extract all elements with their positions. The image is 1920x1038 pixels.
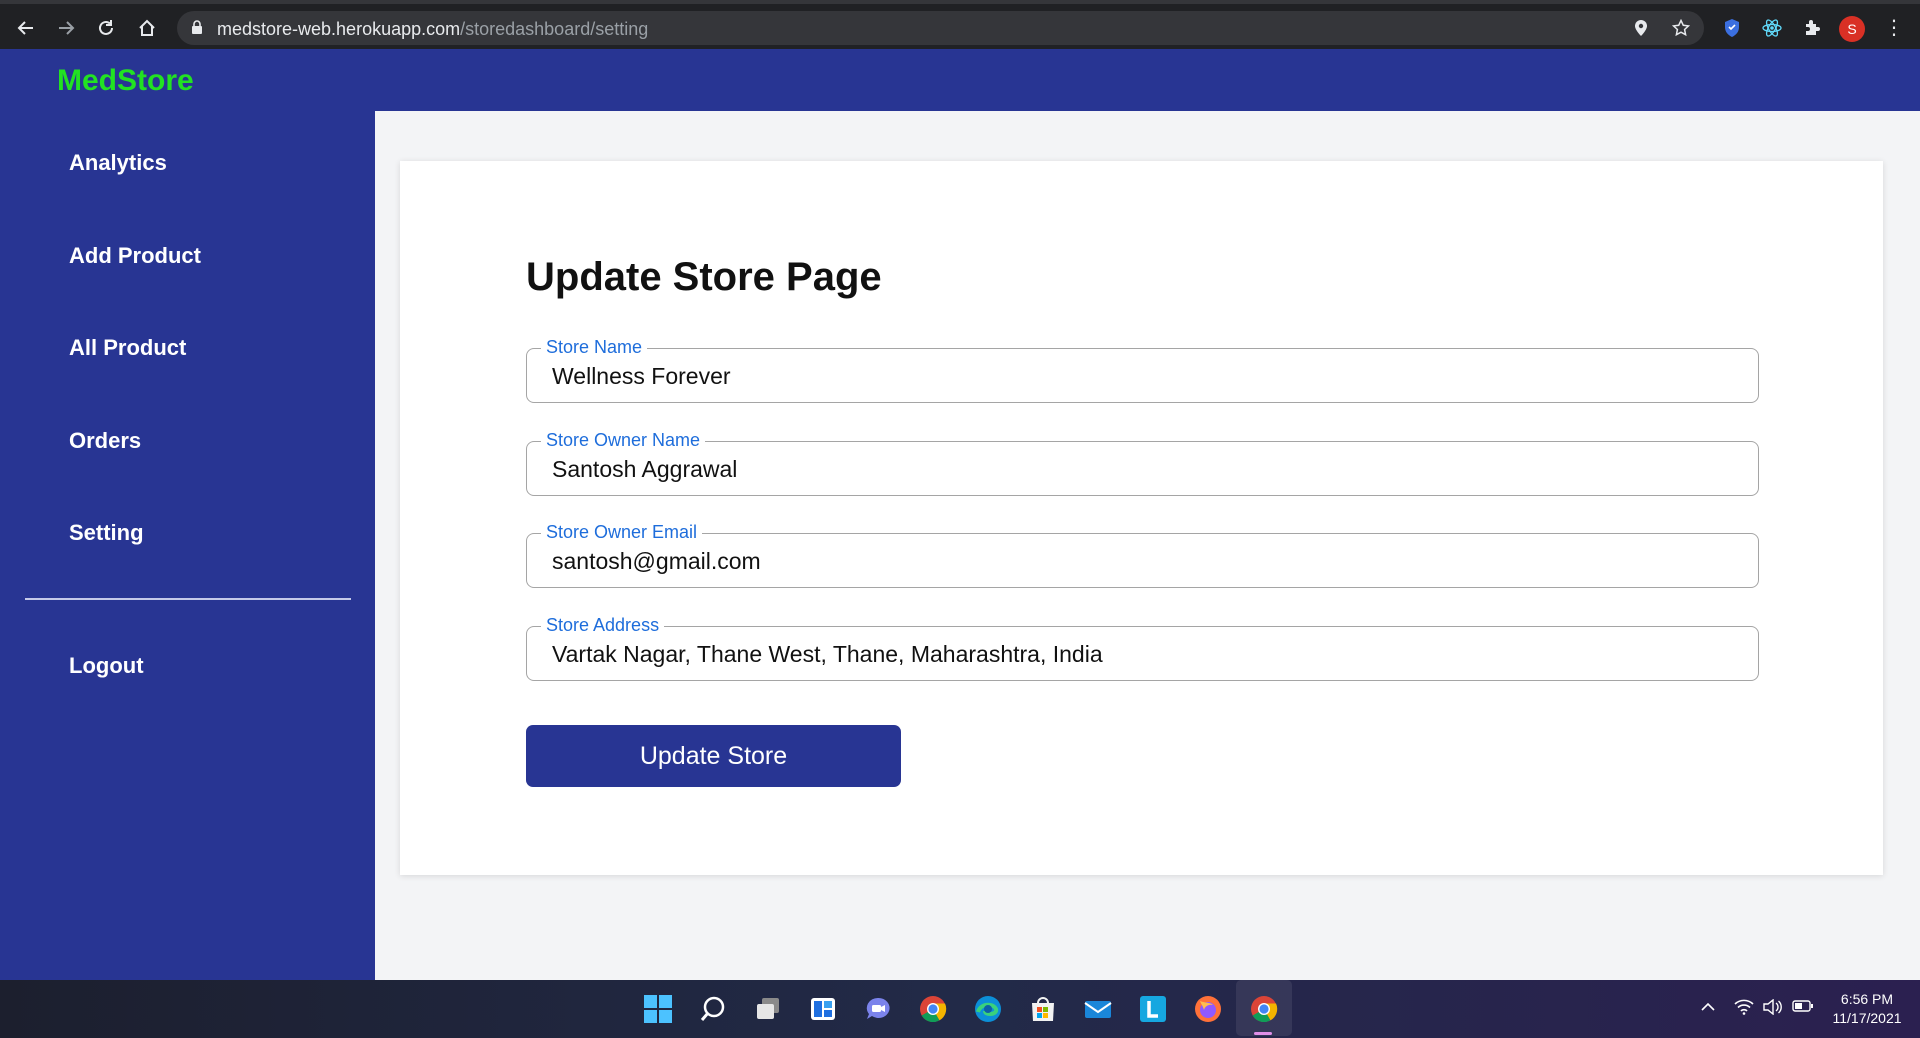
store-address-field[interactable]: Store Address Vartak Nagar, Thane West, … [526, 615, 1759, 681]
search-icon[interactable] [696, 992, 730, 1026]
active-app-indicator [1254, 1032, 1272, 1035]
task-view-icon[interactable] [751, 992, 785, 1026]
taskbar-clock[interactable]: 6:56 PM 11/17/2021 [1832, 990, 1902, 1028]
store-address-label: Store Address [541, 615, 665, 635]
reload-icon[interactable] [92, 14, 120, 42]
url-text[interactable]: medstore-web.herokuapp.com/storedashboar… [217, 19, 648, 40]
sidebar-item-setting[interactable]: Setting [69, 520, 144, 546]
react-devtools-icon[interactable] [1760, 16, 1784, 40]
battery-icon[interactable] [1792, 999, 1814, 1018]
widgets-icon[interactable] [806, 992, 840, 1026]
shield-extension-icon[interactable] [1720, 16, 1744, 40]
profile-avatar[interactable]: S [1839, 16, 1865, 42]
l-app-icon[interactable] [1136, 992, 1170, 1026]
wifi-icon[interactable] [1734, 999, 1754, 1020]
store-owner-name-value[interactable]: Santosh Aggrawal [552, 456, 737, 483]
edge-icon[interactable] [971, 992, 1005, 1026]
clock-time: 6:56 PM [1840, 991, 1894, 1007]
store-name-value[interactable]: Wellness Forever [552, 363, 731, 390]
start-icon[interactable] [641, 992, 675, 1026]
address-bar[interactable]: medstore-web.herokuapp.com/storedashboar… [177, 11, 1704, 45]
mail-icon[interactable] [1081, 992, 1115, 1026]
firefox-icon[interactable] [1191, 992, 1225, 1026]
page-title: Update Store Page [526, 255, 882, 299]
sidebar: Analytics Add Product All Product Orders… [0, 111, 375, 980]
sidebar-item-add-product[interactable]: Add Product [69, 243, 201, 269]
store-name-label: Store Name [541, 337, 648, 357]
bookmark-star-icon[interactable] [1671, 18, 1691, 38]
location-pin-icon[interactable] [1631, 18, 1651, 38]
store-owner-email-value[interactable]: santosh@gmail.com [552, 548, 761, 575]
brand-logo[interactable]: MedStore [57, 64, 194, 98]
volume-icon[interactable] [1762, 998, 1782, 1020]
lock-icon[interactable] [191, 20, 203, 39]
store-icon[interactable] [1026, 992, 1060, 1026]
store-owner-email-label: Store Owner Email [541, 522, 703, 542]
store-owner-name-field[interactable]: Store Owner Name Santosh Aggrawal [526, 430, 1759, 496]
sidebar-divider [25, 598, 351, 600]
home-icon[interactable] [133, 14, 161, 42]
chevron-up-icon[interactable] [1700, 999, 1716, 1017]
store-owner-email-field[interactable]: Store Owner Email santosh@gmail.com [526, 522, 1759, 588]
sidebar-item-logout[interactable]: Logout [69, 653, 144, 679]
back-arrow-icon[interactable] [12, 14, 40, 42]
browser-toolbar: medstore-web.herokuapp.com/storedashboar… [0, 0, 1920, 49]
taskbar: 6:56 PM 11/17/2021 [0, 980, 1920, 1038]
app-header: MedStore [0, 49, 1920, 111]
clock-date: 11/17/2021 [1832, 1010, 1902, 1026]
store-owner-name-label: Store Owner Name [541, 430, 706, 450]
sidebar-item-analytics[interactable]: Analytics [69, 150, 167, 176]
update-store-button[interactable]: Update Store [526, 725, 901, 787]
forward-arrow-icon[interactable] [52, 14, 80, 42]
extensions-puzzle-icon[interactable] [1800, 16, 1824, 40]
update-store-card: Update Store Page Store Name Wellness Fo… [400, 161, 1883, 875]
chrome-icon[interactable] [916, 992, 950, 1026]
store-name-field[interactable]: Store Name Wellness Forever [526, 337, 1759, 403]
more-options-icon[interactable]: ⋮ [1884, 16, 1904, 40]
chrome-active-icon[interactable] [1247, 992, 1281, 1026]
teams-chat-icon[interactable] [861, 992, 895, 1026]
sidebar-item-all-product[interactable]: All Product [69, 335, 186, 361]
sidebar-item-orders[interactable]: Orders [69, 428, 141, 454]
store-address-value[interactable]: Vartak Nagar, Thane West, Thane, Maharas… [552, 641, 1103, 668]
